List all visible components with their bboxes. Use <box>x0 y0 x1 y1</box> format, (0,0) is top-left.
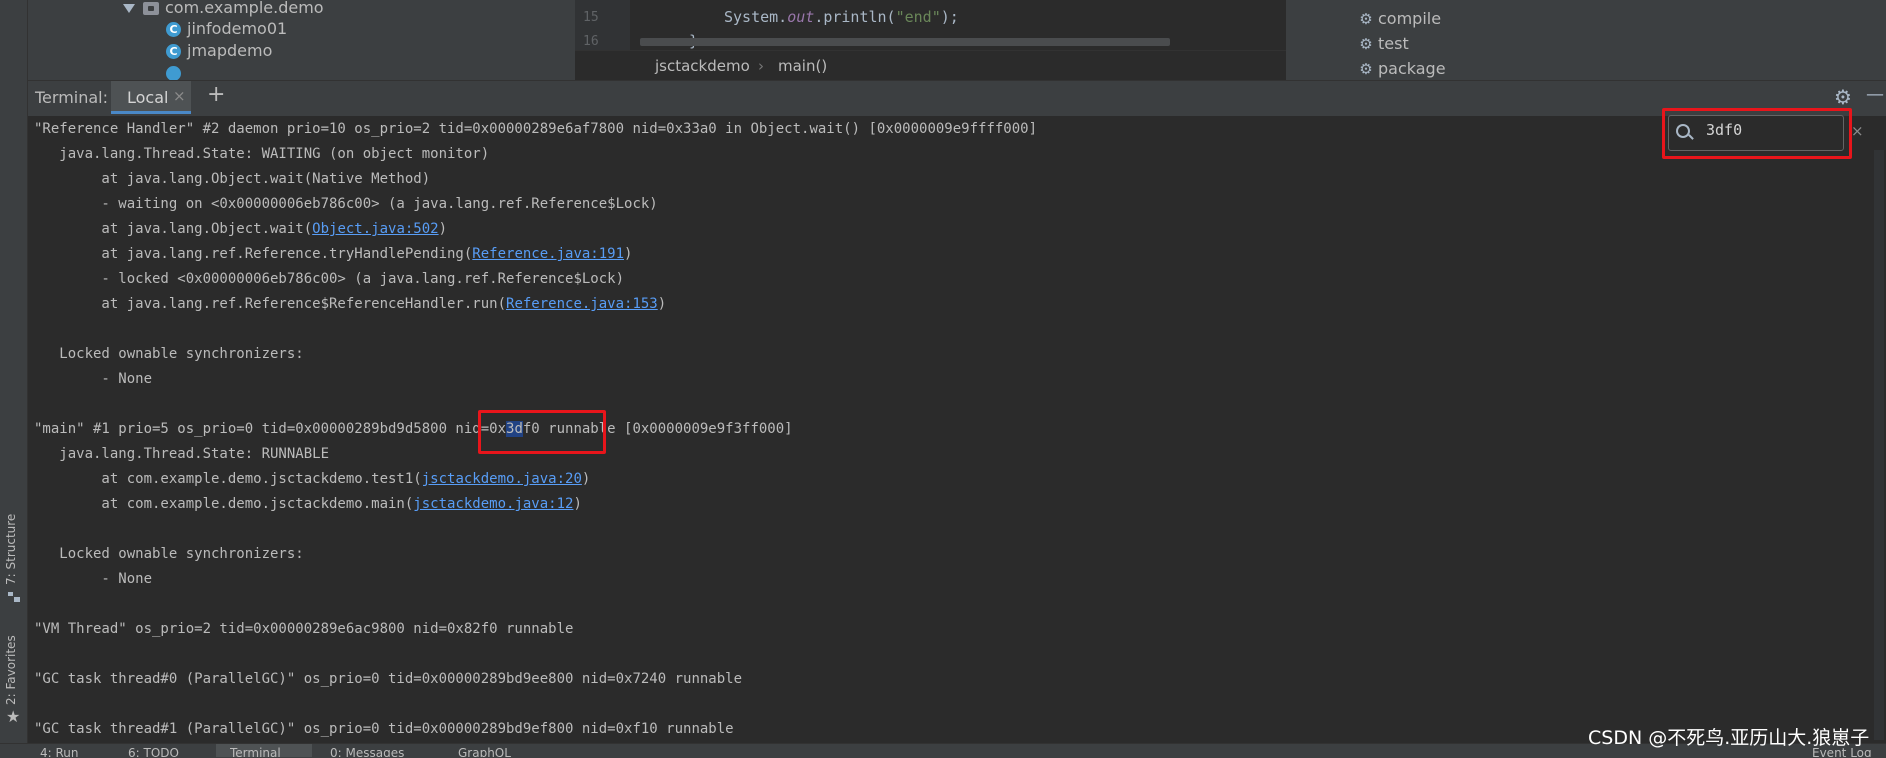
terminal-line: - waiting on <0x00000006eb786c00> (a jav… <box>34 196 658 212</box>
editor-horizontal-scrollbar[interactable] <box>640 38 1170 46</box>
code-field: out <box>787 8 815 26</box>
breadcrumb-separator: › <box>758 57 764 75</box>
terminal-line: - None <box>34 571 153 587</box>
tree-item-class[interactable]: Cjmapdemo <box>166 40 272 62</box>
bottom-tab-run[interactable]: 4: Run <box>40 745 79 757</box>
bottom-tab-messages[interactable]: 0: Messages <box>330 745 404 757</box>
breadcrumb-method[interactable]: main() <box>778 51 827 81</box>
annotation-box-nid <box>478 410 606 454</box>
class-label: jinfodemo01 <box>187 19 288 38</box>
settings-gear-icon[interactable]: ⚙ <box>1834 85 1852 109</box>
code-string: "end" <box>895 8 941 26</box>
breadcrumb: jsctackdemo › main() <box>575 50 1286 81</box>
close-icon[interactable]: × <box>173 87 186 105</box>
java-class-icon: C <box>166 22 181 37</box>
terminal-text: at java.lang.Object.wait( <box>34 221 313 237</box>
tab-active-indicator <box>111 111 191 114</box>
terminal-line: at java.lang.Object.wait(Object.java:502… <box>34 219 447 239</box>
terminal-line: - None <box>34 371 153 387</box>
expand-arrow-icon[interactable] <box>123 4 135 13</box>
terminal-line: "main" #1 prio=5 os_prio=0 tid=0x0000028… <box>34 419 793 439</box>
star-icon: ★ <box>6 707 21 726</box>
terminal-line: "GC task thread#0 (ParallelGC)" os_prio=… <box>34 671 743 687</box>
tree-item-class[interactable]: Cjinfodemo01 <box>166 18 287 40</box>
source-link[interactable]: Reference.java:153 <box>506 296 658 312</box>
tree-item-package[interactable]: com.example.demo <box>123 0 324 19</box>
tab-local-label[interactable]: Local <box>127 88 168 107</box>
terminal-line: "Reference Handler" #2 daemon prio=10 os… <box>34 121 1038 137</box>
tree-item-class-partial[interactable] <box>166 62 187 80</box>
annotation-box-search <box>1662 108 1852 159</box>
terminal-text: ) <box>657 296 667 312</box>
bottom-tab-graphql[interactable]: GraphQL <box>458 745 511 757</box>
gear-icon: ⚙ <box>1359 60 1373 78</box>
maven-goal-compile[interactable]: ⚙ compile <box>1358 8 1441 30</box>
maven-goal-label: test <box>1378 34 1409 53</box>
terminal-line: java.lang.Thread.State: RUNNABLE <box>34 446 330 462</box>
structure-icon <box>8 592 20 602</box>
line-number: 15 <box>583 10 599 25</box>
code-line[interactable]: System.out.println("end"); <box>724 8 959 26</box>
terminal-text: ) <box>573 496 582 512</box>
package-label: com.example.demo <box>165 0 324 17</box>
gear-icon: ⚙ <box>1359 35 1373 53</box>
bottom-tab-terminal[interactable]: Terminal <box>230 745 281 757</box>
source-link[interactable]: jsctackdemo.java:20 <box>422 471 582 487</box>
terminal-text: ) <box>624 246 633 262</box>
java-class-icon <box>166 66 181 80</box>
terminal-line: - locked <0x00000006eb786c00> (a java.la… <box>34 271 625 287</box>
maven-goal-label: compile <box>1378 9 1442 28</box>
terminal-text: ) <box>581 471 591 487</box>
maven-goal-label: package <box>1378 59 1446 78</box>
terminal-text: at com.example.demo.jsctackdemo.test1( <box>34 471 422 487</box>
terminal-title: Terminal: <box>35 88 109 107</box>
project-tree: com.example.demo Cjinfodemo01 Cjmapdemo <box>28 0 574 80</box>
terminal-line: "GC task thread#1 (ParallelGC)" os_prio=… <box>34 721 734 737</box>
tool-tab-favorites[interactable]: 2: Favorites <box>4 635 18 705</box>
terminal-text: at com.example.demo.jsctackdemo.main( <box>34 496 414 512</box>
terminal-line: "VM Thread" os_prio=2 tid=0x00000289e6ac… <box>34 621 574 637</box>
terminal-line: at java.lang.Object.wait(Native Method) <box>34 171 431 187</box>
bottom-tab-todo[interactable]: 6: TODO <box>128 745 179 757</box>
watermark: CSDN @不死鸟.亚历山大.狼崽子 <box>1588 727 1870 749</box>
minimize-icon[interactable]: — <box>1866 84 1884 105</box>
source-link[interactable]: Reference.java:191 <box>472 246 624 262</box>
terminal-line: at java.lang.ref.Reference.tryHandlePend… <box>34 244 632 264</box>
tool-tab-structure[interactable]: 7: Structure <box>4 514 18 585</box>
add-tab-button[interactable]: + <box>207 82 225 107</box>
code-text: ); <box>940 8 959 26</box>
terminal-text: at java.lang.ref.Reference$ReferenceHand… <box>34 296 507 312</box>
breadcrumb-class[interactable]: jsctackdemo <box>655 51 750 81</box>
code-text: System. <box>724 8 788 26</box>
terminal-line: java.lang.Thread.State: WAITING (on obje… <box>34 146 490 162</box>
terminal-line: at java.lang.ref.Reference$ReferenceHand… <box>34 294 666 314</box>
clear-search-icon[interactable]: × <box>1851 122 1864 140</box>
terminal-line: at com.example.demo.jsctackdemo.main(jsc… <box>34 494 582 514</box>
source-link[interactable]: Object.java:502 <box>312 221 438 237</box>
terminal-line: Locked ownable synchronizers: <box>34 346 304 362</box>
terminal-text: "main" #1 prio=5 os_prio=0 tid=0x0000028… <box>34 421 507 437</box>
package-icon <box>143 2 159 15</box>
java-class-icon: C <box>166 44 181 59</box>
terminal-text: ) <box>438 221 448 237</box>
maven-goal-test[interactable]: ⚙ test <box>1358 33 1409 55</box>
terminal-vertical-scrollbar[interactable] <box>1874 150 1884 740</box>
source-link[interactable]: jsctackdemo.java:12 <box>413 496 573 512</box>
terminal-line: Locked ownable synchronizers: <box>34 546 304 562</box>
code-text: .println( <box>814 8 896 26</box>
gear-icon: ⚙ <box>1359 10 1373 28</box>
terminal-text: at java.lang.ref.Reference.tryHandlePend… <box>34 246 473 262</box>
class-label: jmapdemo <box>187 41 273 60</box>
line-number: 16 <box>583 34 599 49</box>
terminal-line: at com.example.demo.jsctackdemo.test1(js… <box>34 469 590 489</box>
terminal-header <box>28 80 1886 117</box>
maven-goal-package[interactable]: ⚙ package <box>1358 58 1446 80</box>
